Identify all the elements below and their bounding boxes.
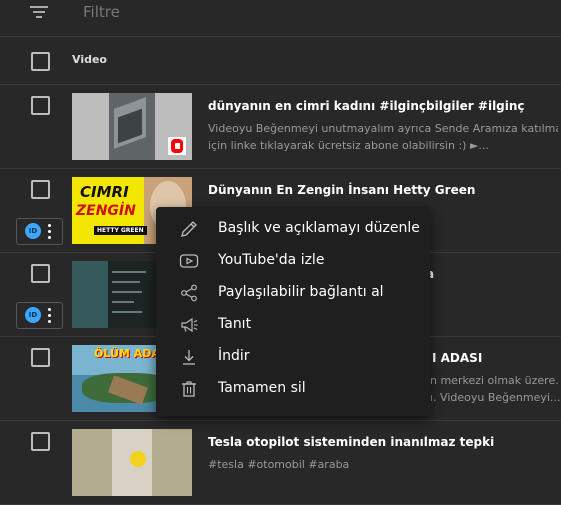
row-checkbox[interactable]	[31, 264, 50, 283]
more-options-icon[interactable]	[48, 224, 52, 239]
menu-item-edit-title[interactable]: Başlık ve açıklamayı düzenle	[156, 213, 430, 245]
video-title[interactable]: dünyanın en cimri kadını #ilginçbilgiler…	[208, 99, 525, 113]
menu-item-label: Tamamen sil	[218, 380, 306, 396]
menu-item-label: Başlık ve açıklamayı düzenle	[218, 220, 420, 236]
menu-item-share-link[interactable]: Paylaşılabilir bağlantı al	[156, 277, 430, 309]
column-header-video: Video	[72, 53, 107, 66]
menu-item-label: Paylaşılabilir bağlantı al	[218, 284, 384, 300]
filter-bar: Filtre	[0, 0, 561, 37]
studio-details-icon[interactable]: ID	[25, 307, 41, 323]
megaphone-icon	[181, 317, 198, 333]
row-actions: ID	[16, 302, 63, 329]
menu-item-delete[interactable]: Tamamen sil	[156, 373, 430, 405]
menu-item-watch-on-youtube[interactable]: YouTube'da izle	[156, 245, 430, 277]
row-checkbox[interactable]	[31, 96, 50, 115]
row-checkbox[interactable]	[31, 180, 50, 199]
video-thumbnail[interactable]	[72, 429, 192, 496]
menu-item-label: Tanıt	[218, 316, 252, 332]
row-checkbox[interactable]	[31, 348, 50, 367]
filter-input[interactable]: Filtre	[83, 3, 120, 21]
video-title[interactable]: Tesla otopilot sisteminden inanılmaz tep…	[208, 435, 494, 449]
youtube-icon	[179, 254, 199, 268]
video-description: n merkezi olmak üzere. ı. Videoyu Beğenm…	[430, 374, 561, 404]
row-checkbox[interactable]	[31, 432, 50, 451]
menu-item-promote[interactable]: Tanıt	[156, 309, 430, 341]
menu-item-label: YouTube'da izle	[218, 252, 325, 268]
table-header: Video	[0, 37, 561, 85]
video-title[interactable]: I ADASI	[432, 351, 482, 365]
share-icon	[181, 284, 197, 302]
filter-icon[interactable]	[30, 5, 48, 19]
table-row[interactable]: Tesla otopilot sisteminden inanılmaz tep…	[0, 421, 561, 505]
row-actions: ID	[16, 218, 63, 245]
more-options-menu: Başlık ve açıklamayı düzenle YouTube'da …	[156, 207, 430, 416]
video-description: Videoyu Beğenmeyi unutmayalım ayrıca Sen…	[208, 122, 558, 152]
menu-item-download[interactable]: İndir	[156, 341, 430, 373]
select-all-checkbox[interactable]	[31, 52, 50, 71]
download-icon	[183, 350, 195, 365]
video-title[interactable]: Dünyanın En Zengin İnsanı Hetty Green	[208, 183, 475, 197]
pencil-icon	[181, 221, 197, 237]
menu-item-label: İndir	[218, 348, 250, 364]
video-thumbnail[interactable]	[72, 93, 192, 160]
studio-details-icon[interactable]: ID	[25, 223, 41, 239]
shorts-icon	[168, 137, 186, 155]
table-row[interactable]: dünyanın en cimri kadını #ilginçbilgiler…	[0, 85, 561, 169]
more-options-icon[interactable]	[48, 308, 52, 323]
trash-icon	[182, 381, 196, 397]
